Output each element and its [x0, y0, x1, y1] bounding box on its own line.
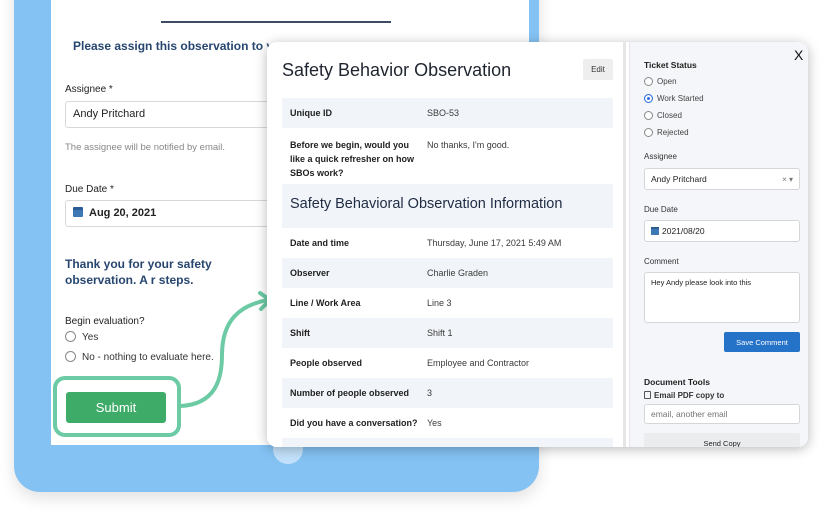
row-value: 3 [427, 388, 433, 398]
pdf-icon [644, 391, 651, 399]
email-pdf-text: Email PDF copy to [654, 391, 725, 400]
radio-icon[interactable] [644, 77, 653, 86]
row-value: Charlie Graden [427, 268, 489, 278]
row-value: Thursday, June 17, 2021 5:49 AM [427, 238, 562, 248]
calendar-icon [651, 227, 659, 235]
row-key: Number of people observed [290, 388, 410, 398]
row-key: Unique ID [290, 108, 332, 118]
status-label: Work Started [657, 94, 704, 103]
detail-rows: Date and time Thursday, June 17, 2021 5:4… [282, 228, 613, 447]
row-key: Observer [290, 268, 330, 278]
table-row: Date and time Thursday, June 17, 2021 5:4… [282, 228, 613, 258]
row-value: Yes [427, 418, 442, 428]
radio-icon[interactable] [644, 111, 653, 120]
status-label: Closed [657, 111, 682, 120]
status-option-closed[interactable]: Closed [644, 111, 682, 120]
row-value: Employee and Contractor [427, 358, 530, 368]
send-copy-button[interactable]: Send Copy [644, 433, 800, 447]
row-key: People observed [290, 358, 363, 368]
status-label: Rejected [657, 128, 689, 137]
section-title: Safety Behavioral Observation Informatio… [282, 184, 613, 228]
table-row: Line / Work Area Line 3 [282, 288, 613, 318]
row-value: SBO-53 [427, 108, 460, 118]
side-due-date-label: Due Date [644, 205, 678, 214]
side-due-date-input[interactable]: 2021/08/20 [644, 220, 800, 242]
edit-button[interactable]: Edit [583, 59, 613, 80]
email-pdf-label: Email PDF copy to [644, 391, 724, 400]
row-value: No thanks, I'm good. [427, 140, 510, 150]
row-key: Date and time [290, 238, 350, 248]
radio-checked-icon[interactable] [644, 94, 653, 103]
table-row: Shift Shift 1 [282, 318, 613, 348]
table-row: Before we begin, would you like a quick … [282, 128, 613, 184]
status-option-rejected[interactable]: Rejected [644, 128, 689, 137]
status-option-open[interactable]: Open [644, 77, 677, 86]
email-input[interactable] [644, 404, 800, 424]
radio-icon[interactable] [644, 128, 653, 137]
table-row: Observer Charlie Graden [282, 258, 613, 288]
side-assignee-label: Assignee [644, 152, 677, 161]
document-tools-heading: Document Tools [644, 377, 710, 387]
status-label: Open [657, 77, 677, 86]
row-key: Shift [290, 328, 310, 338]
stage: Please assign this observation to your m… [0, 0, 837, 517]
side-assignee-value: Andy Pritchard [651, 174, 707, 184]
comment-textarea[interactable]: Hey Andy please look into this [644, 272, 800, 323]
status-option-work-started[interactable]: Work Started [644, 94, 704, 103]
detail-table: Unique ID SBO-53 Before we begin, would … [282, 98, 613, 447]
observation-details: Safety Behavior Observation Edit Unique … [267, 42, 627, 447]
row-value: Line 3 [427, 298, 452, 308]
table-row: Number of people observed 3 [282, 378, 613, 408]
table-row: Did you have a conversation? Yes [282, 408, 613, 438]
ticket-status-heading: Ticket Status [644, 60, 697, 70]
close-button[interactable]: X [794, 47, 803, 63]
row-key: Did you have a conversation? [290, 418, 418, 428]
row-key: Before we begin, would you like a quick … [290, 140, 415, 178]
table-row: Unique ID SBO-53 [282, 98, 613, 128]
scrollbar[interactable] [623, 42, 626, 447]
comment-label: Comment [644, 257, 679, 266]
side-assignee-select[interactable]: Andy Pritchard × ▾ [644, 168, 800, 190]
table-row [282, 438, 613, 447]
row-value: Shift 1 [427, 328, 453, 338]
observation-modal: Safety Behavior Observation Edit Unique … [267, 42, 808, 447]
side-due-date-value: 2021/08/20 [662, 226, 705, 236]
clear-and-chevron-icon[interactable]: × ▾ [782, 175, 793, 184]
save-comment-button[interactable]: Save Comment [724, 332, 800, 352]
ticket-side-panel: X Ticket Status Open Work Started Closed… [629, 42, 808, 447]
table-row: People observed Employee and Contractor [282, 348, 613, 378]
row-key: Line / Work Area [290, 298, 361, 308]
modal-title: Safety Behavior Observation [282, 60, 512, 80]
